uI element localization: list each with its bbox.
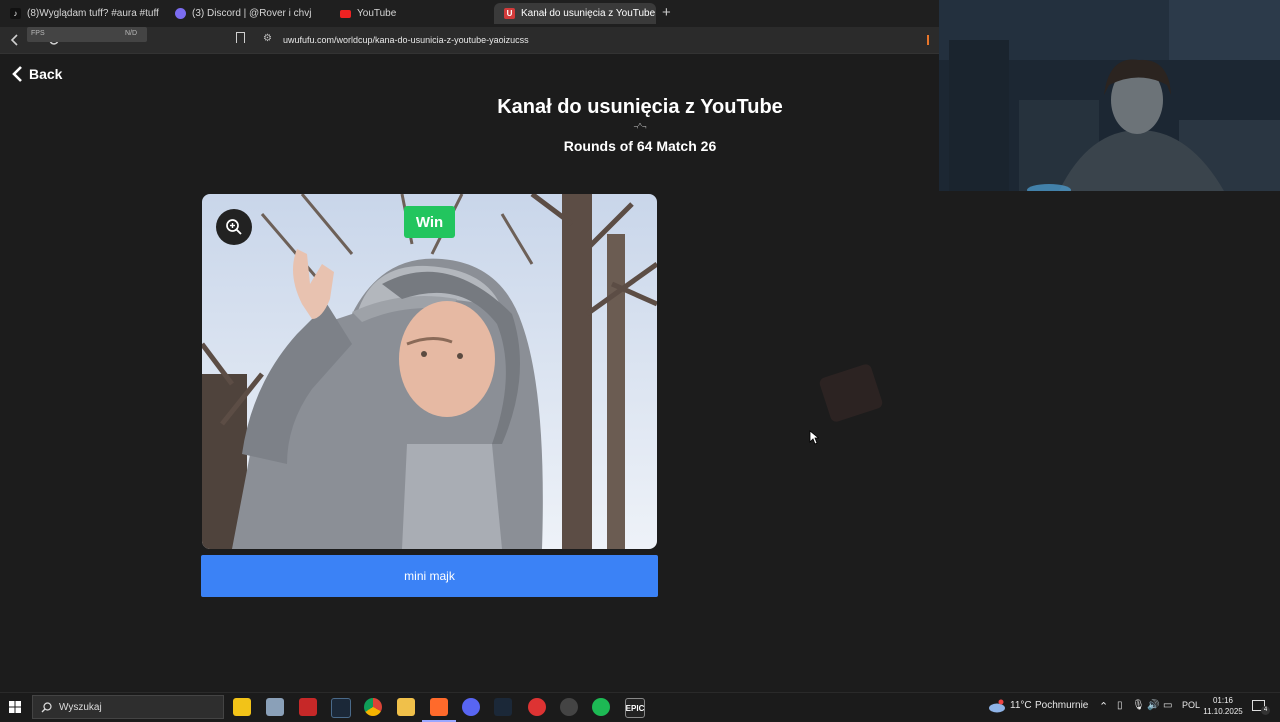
blurred-object <box>818 362 884 424</box>
clock[interactable]: 01:16 11.10.2025 <box>1200 695 1246 717</box>
language-indicator[interactable]: POL <box>1182 700 1200 710</box>
bookmark-icon[interactable] <box>236 32 245 43</box>
fps-value: N/D <box>125 30 138 37</box>
network-icon[interactable]: ▭ <box>1163 700 1172 711</box>
new-tab-button[interactable]: + <box>662 4 671 21</box>
notification-count: 4 <box>1261 706 1270 715</box>
taskbar-search[interactable]: Wyszukaj <box>32 695 224 719</box>
steam-icon[interactable] <box>331 698 351 718</box>
tab-uwufufu[interactable]: U Kanał do usunięcia z YouTube | ✕ <box>494 3 656 24</box>
search-placeholder: Wyszukaj <box>59 701 102 713</box>
app-red-icon[interactable] <box>299 698 317 716</box>
windows-taskbar: Wyszukaj EPIC 11°C Pochmurnie ⌃ ▯ 🎙 🔊 ▭ … <box>0 692 1280 722</box>
tab-discord[interactable]: (3) Discord | @Rover i chvj <box>165 3 330 24</box>
tab-label: YouTube <box>357 8 397 19</box>
tab-youtube[interactable]: YouTube <box>330 3 490 24</box>
clock-date: 11.10.2025 <box>1203 707 1243 716</box>
back-arrow-icon[interactable] <box>6 31 24 49</box>
choice-image[interactable] <box>202 194 657 549</box>
clock-time: 01:16 <box>1212 696 1234 705</box>
youtube-icon <box>340 9 351 18</box>
address-bar[interactable]: uwufufu.com/worldcup/kana-do-usunicia-z-… <box>283 35 529 45</box>
chrome-icon[interactable] <box>364 698 382 716</box>
fps-overlay: FPS N/D <box>27 27 147 42</box>
app-3-icon[interactable] <box>528 698 546 716</box>
brave-icon[interactable] <box>422 698 456 722</box>
browser-tab-bar: ♪ (8)Wyglądam tuff? #aura #tuff #femb (3… <box>0 0 940 27</box>
photo-person-in-hoodie <box>202 194 657 549</box>
title-emote: ¬^¬ <box>633 122 647 131</box>
device-icon[interactable]: ▯ <box>1117 700 1123 711</box>
sticky-notes-icon[interactable] <box>233 698 251 716</box>
zoom-in-icon <box>226 219 242 235</box>
weather-temp[interactable]: 11°C <box>1010 700 1032 711</box>
site-settings-icon[interactable]: ⚙ <box>263 33 272 44</box>
epic-games-icon[interactable]: EPIC <box>625 698 645 718</box>
tab-label: Kanał do usunięcia z YouTube | <box>521 8 656 19</box>
webcam-feed <box>939 0 1280 191</box>
extension-icon[interactable] <box>927 35 929 45</box>
tab-tiktok[interactable]: ♪ (8)Wyglądam tuff? #aura #tuff #femb <box>0 3 160 24</box>
back-button[interactable]: Back <box>12 66 62 82</box>
app-round-icon[interactable] <box>560 698 578 716</box>
tab-label: (3) Discord | @Rover i chvj <box>192 8 312 19</box>
fps-label: FPS <box>31 30 45 37</box>
tiktok-icon: ♪ <box>10 8 21 19</box>
choice-button[interactable]: mini majk <box>201 555 658 597</box>
round-info: Rounds of 64 Match 26 <box>563 138 717 154</box>
back-label: Back <box>29 66 63 82</box>
file-explorer-icon[interactable] <box>397 698 415 716</box>
weather-desc[interactable]: Pochmurnie <box>1035 700 1088 711</box>
microphone-icon[interactable]: 🎙 <box>1132 700 1145 711</box>
uwufufu-icon: U <box>504 8 515 19</box>
steam-alt-icon[interactable] <box>494 698 512 716</box>
zoom-button[interactable] <box>216 209 252 245</box>
search-icon <box>41 701 52 712</box>
chevron-left-icon <box>12 66 22 82</box>
volume-icon[interactable]: 🔊 <box>1147 700 1159 711</box>
file-explorer-alt-icon[interactable] <box>266 698 284 716</box>
spotify-icon[interactable] <box>592 698 610 716</box>
webcam-overlay <box>939 0 1280 191</box>
chevron-up-icon[interactable]: ⌃ <box>1099 700 1108 713</box>
page-title: Kanał do usunięcia z YouTube <box>497 96 783 118</box>
windows-start-icon[interactable] <box>9 701 21 713</box>
discord-icon[interactable] <box>462 698 480 716</box>
tab-label: (8)Wyglądam tuff? #aura #tuff #femb <box>27 8 160 19</box>
weather-icon <box>989 699 1005 713</box>
mouse-cursor-icon <box>809 430 819 445</box>
win-badge[interactable]: Win <box>404 206 455 238</box>
discord-icon <box>175 8 186 19</box>
